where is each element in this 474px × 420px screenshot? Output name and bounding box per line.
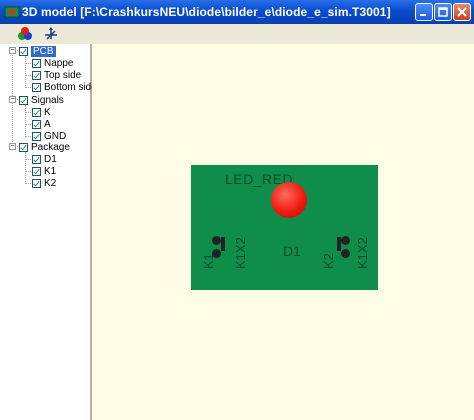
tree-label: GND <box>44 130 67 142</box>
toolbar <box>0 24 474 45</box>
tree-item-k1[interactable]: K1 <box>32 165 56 177</box>
checkbox-signals[interactable] <box>19 95 28 105</box>
close-icon <box>457 7 467 17</box>
pcb-board[interactable]: LED_RED D1 K1 K1X2 K2 K1X2 <box>191 165 378 290</box>
tree-item-k[interactable]: K <box>32 106 51 118</box>
maximize-button[interactable] <box>434 3 452 21</box>
view-orientation-button[interactable] <box>40 25 62 43</box>
axes-icon <box>45 27 57 40</box>
tree-item-d1[interactable]: D1 <box>32 153 57 165</box>
tree-label: Top side <box>44 69 82 81</box>
pad-left-bar <box>221 237 225 251</box>
right-pad-label-k2: K2 <box>321 253 336 269</box>
tree-item-nappe[interactable]: Nappe <box>32 57 73 69</box>
tree-label: Package <box>31 141 70 153</box>
close-button[interactable] <box>453 3 471 21</box>
checkbox-d1[interactable] <box>32 154 41 164</box>
tree-label: K2 <box>44 177 57 189</box>
checkbox-gnd[interactable] <box>32 131 41 141</box>
layer-tree[interactable]: − PCB Nappe Top side Bottom side − Signa… <box>0 44 97 420</box>
checkbox-k1[interactable] <box>32 166 41 176</box>
tree-label: Bottom side <box>44 81 97 93</box>
checkbox-k2[interactable] <box>32 178 41 188</box>
left-pad-label-k1x2: K1X2 <box>233 237 248 269</box>
tree-item-top-side[interactable]: Top side <box>32 69 81 81</box>
window-title: 3D model [F:\CrashkursNEU\diode\bilder_e… <box>22 5 391 19</box>
pad-right-top[interactable] <box>341 236 350 245</box>
tree-label: A <box>44 118 51 130</box>
pad-right-bottom[interactable] <box>341 249 350 258</box>
expander-signals[interactable]: − <box>9 96 16 103</box>
app-icon <box>4 6 20 18</box>
expander-package[interactable]: − <box>9 143 16 150</box>
tree-label: D1 <box>44 153 57 165</box>
tree-item-bottom-side[interactable]: Bottom side <box>32 81 97 93</box>
pad-left-top[interactable] <box>212 236 221 245</box>
checkbox-package[interactable] <box>19 142 28 152</box>
expander-pcb[interactable]: − <box>9 47 16 54</box>
tree-label: K1 <box>44 165 57 177</box>
tree-label: PCB <box>31 45 56 57</box>
checkbox-a[interactable] <box>32 119 41 129</box>
checkbox-top-side[interactable] <box>32 70 41 80</box>
checkbox-pcb[interactable] <box>19 46 28 56</box>
3d-viewport[interactable]: LED_RED D1 K1 K1X2 K2 K1X2 <box>92 44 474 420</box>
pad-left-bottom[interactable] <box>212 249 221 258</box>
checkbox-bottom-side[interactable] <box>32 82 41 92</box>
rgb-color-balls-icon <box>18 27 32 40</box>
tree-item-pcb[interactable]: PCB <box>19 45 56 57</box>
maximize-icon <box>438 7 448 17</box>
tree-item-a[interactable]: A <box>32 118 51 130</box>
title-bar[interactable]: 3D model [F:\CrashkursNEU\diode\bilder_e… <box>0 0 474 24</box>
checkbox-nappe[interactable] <box>32 58 41 68</box>
minimize-icon <box>420 14 426 16</box>
diode-label: D1 <box>283 243 301 259</box>
tree-item-signals[interactable]: Signals <box>19 94 64 106</box>
right-pad-label-k1x2: K1X2 <box>355 237 370 269</box>
tree-item-k2[interactable]: K2 <box>32 177 56 189</box>
pad-right-bar <box>337 237 341 251</box>
tree-item-package[interactable]: Package <box>19 141 70 153</box>
checkbox-k[interactable] <box>32 107 41 117</box>
minimize-button[interactable] <box>415 3 433 21</box>
tree-label: K <box>44 106 51 118</box>
tree-label: Nappe <box>44 57 74 69</box>
led-component[interactable] <box>271 182 307 218</box>
tree-label: Signals <box>31 94 64 106</box>
color-settings-button[interactable] <box>14 25 36 43</box>
